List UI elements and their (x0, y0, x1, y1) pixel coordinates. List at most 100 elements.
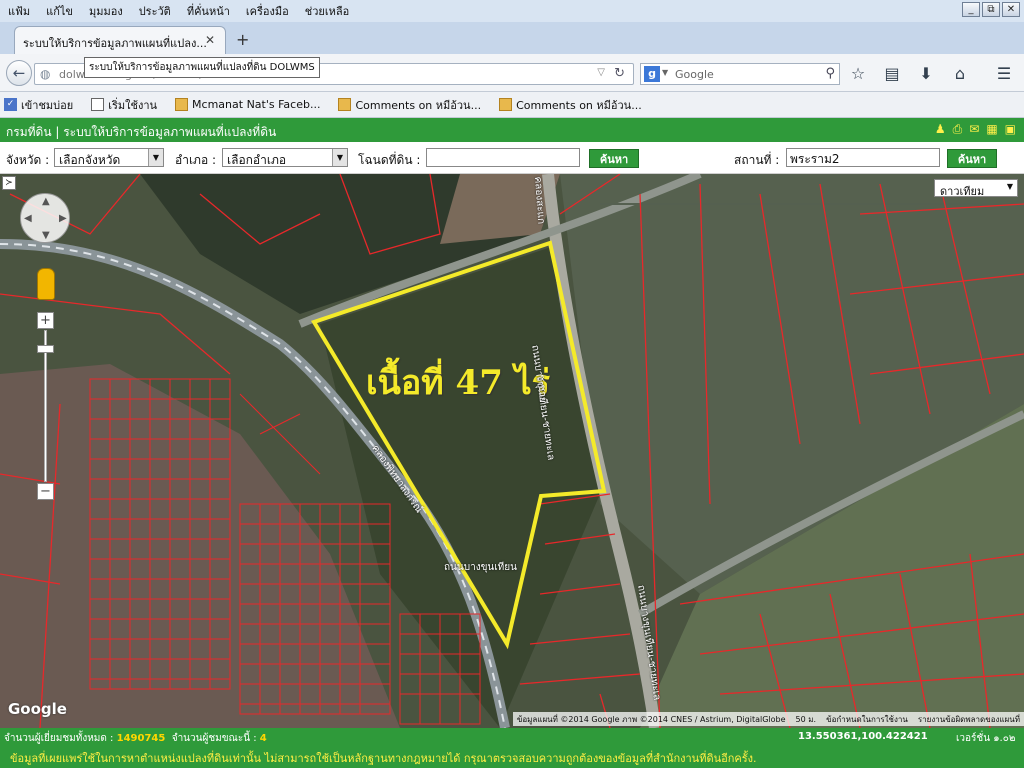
zoom-in-button[interactable]: + (37, 312, 54, 329)
chevron-down-icon: ▼ (148, 149, 163, 166)
deed-input[interactable] (426, 148, 580, 167)
online-label: จำนวนผู้ชมขณะนี้ : (171, 733, 257, 744)
menu-file[interactable]: แฟ้ม (0, 2, 38, 20)
coordinates-readout: 13.550361,100.422421 (798, 731, 928, 742)
dol-header: กรมที่ดิน | ระบบให้บริการข้อมูลภาพแผนที่… (0, 118, 1024, 142)
tab-strip: ระบบให้บริการข้อมูลภาพแผนที่แปลง... ✕ + (0, 22, 1024, 54)
document-icon[interactable]: ▦ (986, 122, 997, 137)
panel-toggle-button[interactable]: ≻ (2, 176, 16, 190)
page-title: กรมที่ดิน | ระบบให้บริการข้อมูลภาพแผนที่… (6, 125, 277, 139)
help-icon[interactable]: ▣ (1005, 122, 1016, 137)
engine-dropdown-icon[interactable]: ▼ (662, 68, 668, 77)
menu-history[interactable]: ประวัติ (131, 2, 179, 20)
restore-button[interactable]: ⧉ (982, 2, 1000, 17)
road-label: คลองสะแก (532, 176, 547, 225)
menu-help[interactable]: ช่วยเหลือ (297, 2, 357, 20)
satellite-imagery (0, 174, 1024, 728)
google-logo: Google (8, 700, 67, 718)
bookmarks-bar: ✓ เข้าชมบ่อย เริ่มใช้งาน Mcmanat Nat's F… (0, 92, 1024, 118)
report-error-link[interactable]: รายงานข้อผิดพลาดของแผนที่ (918, 713, 1020, 725)
visitors-count: 1490745 (116, 733, 166, 744)
version-label: เวอร์ชั่น ๑.๐๒ (956, 733, 1016, 744)
folder-icon (175, 98, 189, 111)
attribution-data: ข้อมูลแผนที่ ©2014 Google ภาพ ©2014 CNES… (516, 715, 786, 724)
pan-down-icon[interactable]: ▼ (42, 230, 50, 241)
browser-menu-bar: แฟ้ม แก้ไข มุมมอง ประวัติ ที่คั่นหน้า เค… (0, 0, 1024, 22)
print-icon[interactable]: ⎙ (953, 122, 963, 137)
map-type-select[interactable]: ดาวเทียม ▼ (934, 179, 1018, 198)
menu-bookmarks[interactable]: ที่คั่นหน้า (179, 2, 238, 20)
tab-tooltip: ระบบให้บริการข้อมูลภาพแผนที่แปลงที่ดิน D… (84, 57, 320, 78)
pan-right-icon[interactable]: ▶ (59, 213, 67, 224)
pan-left-icon[interactable]: ◀ (24, 213, 32, 224)
bookmark-star-icon[interactable]: ☆ (848, 64, 868, 83)
header-tools: ♟ ⎙ ✉ ▦ ▣ (935, 122, 1016, 137)
folder-icon (499, 98, 513, 111)
map-attribution: ข้อมูลแผนที่ ©2014 Google ภาพ ©2014 CNES… (512, 712, 1024, 726)
search-placeholder: Google (675, 68, 714, 81)
zoom-slider-handle[interactable] (37, 345, 54, 353)
search-button[interactable]: ค้นหา (589, 149, 639, 168)
bookmark-getting-started[interactable]: เริ่มใช้งาน (91, 96, 157, 114)
most-visited-icon: ✓ (4, 98, 17, 111)
bookmark-most-visited[interactable]: ✓ เข้าชมบ่อย (4, 96, 73, 114)
amphoe-select[interactable]: เลือกอำเภอ ▼ (222, 148, 348, 167)
map-type-value: ดาวเทียม (940, 185, 985, 198)
disclaimer-text: ข้อมูลที่เผยแพร่ใช้ในการหาตำแหน่งแปลงที่… (10, 752, 757, 765)
bookmark-facebook[interactable]: Mcmanat Nat's Faceb... (175, 98, 320, 111)
amphoe-label: อำเภอ : (175, 153, 217, 167)
deed-label: โฉนดที่ดิน : (358, 153, 421, 167)
place-label: สถานที่ : (734, 153, 780, 167)
folder-icon (338, 98, 352, 111)
search-form: จังหวัด : เลือกจังหวัด ▼ อำเภอ : เลือกอำ… (0, 142, 1024, 174)
province-label: จังหวัด : (6, 153, 50, 167)
close-window-button[interactable]: ✕ (1002, 2, 1020, 17)
bookmark-comments-2[interactable]: Comments on หมีอ้วน... (499, 96, 642, 114)
user-icon[interactable]: ♟ (935, 122, 946, 137)
toolbar-icons: ☆ ▤ ⬇ ⌂ ☰ (848, 64, 1014, 83)
place-search-button[interactable]: ค้นหา (947, 149, 997, 168)
search-icon[interactable]: ⚲ (825, 66, 835, 81)
reload-icon[interactable]: ↻ (614, 66, 625, 81)
tab-dolwms[interactable]: ระบบให้บริการข้อมูลภาพแผนที่แปลง... ✕ (14, 26, 226, 54)
visitors-label: จำนวนผู้เยี่ยมชมทั้งหมด : (4, 733, 114, 744)
pan-up-icon[interactable]: ▲ (42, 196, 50, 207)
globe-icon: ◍ (40, 67, 51, 81)
online-count: 4 (259, 733, 267, 744)
new-tab-button[interactable]: + (236, 30, 249, 49)
place-input[interactable]: พระราม2 (786, 148, 940, 167)
pan-control[interactable]: ▲ ▼ ◀ ▶ (20, 193, 70, 243)
scale-label: 50 ม. (795, 715, 817, 724)
menu-view[interactable]: มุมมอง (81, 2, 131, 20)
home-icon[interactable]: ⌂ (950, 64, 970, 83)
visitor-stats: จำนวนผู้เยี่ยมชมทั้งหมด : 1490745 จำนวนผ… (4, 731, 267, 746)
search-bar[interactable]: g ▼ Google ⚲ (640, 63, 840, 85)
bookmark-label: Mcmanat Nat's Faceb... (192, 98, 321, 111)
url-dropdown-icon[interactable]: ▽ (597, 67, 605, 78)
chevron-down-icon: ▼ (1006, 182, 1013, 191)
menu-edit[interactable]: แก้ไข (38, 2, 81, 20)
area-annotation: เนื้อที่ 47 ไร่ (366, 363, 551, 403)
province-select[interactable]: เลือกจังหวัด ▼ (54, 148, 164, 167)
mail-icon[interactable]: ✉ (969, 122, 979, 137)
reading-list-icon[interactable]: ▤ (882, 64, 902, 83)
chevron-down-icon: ▼ (332, 149, 347, 166)
bookmark-label: Comments on หมีอ้วน... (516, 98, 642, 112)
road-label: ถนนบางขุนเทียน (444, 562, 517, 573)
window-controls: _ ⧉ ✕ (962, 2, 1020, 17)
province-value: เลือกจังหวัด (59, 153, 121, 167)
map-view[interactable]: ≻ ▲ ▼ ◀ ▶ + − ดาวเทียม ▼ เนื้อที่ 47 ไร่… (0, 174, 1024, 728)
bookmark-comments-1[interactable]: Comments on หมีอ้วน... (338, 96, 481, 114)
download-icon[interactable]: ⬇ (916, 64, 936, 83)
amphoe-value: เลือกอำเภอ (227, 153, 287, 167)
menu-icon[interactable]: ☰ (994, 64, 1014, 83)
street-view-pegman[interactable] (37, 268, 55, 300)
back-button[interactable]: ← (6, 60, 32, 86)
terms-link[interactable]: ข้อกำหนดในการใช้งาน (826, 713, 908, 725)
zoom-out-button[interactable]: − (37, 483, 54, 500)
menu-tools[interactable]: เครื่องมือ (238, 2, 297, 20)
tab-close-icon[interactable]: ✕ (205, 33, 215, 47)
minimize-button[interactable]: _ (962, 2, 980, 17)
tab-title: ระบบให้บริการข้อมูลภาพแผนที่แปลง... (23, 37, 207, 50)
google-engine-icon[interactable]: g (644, 66, 660, 82)
